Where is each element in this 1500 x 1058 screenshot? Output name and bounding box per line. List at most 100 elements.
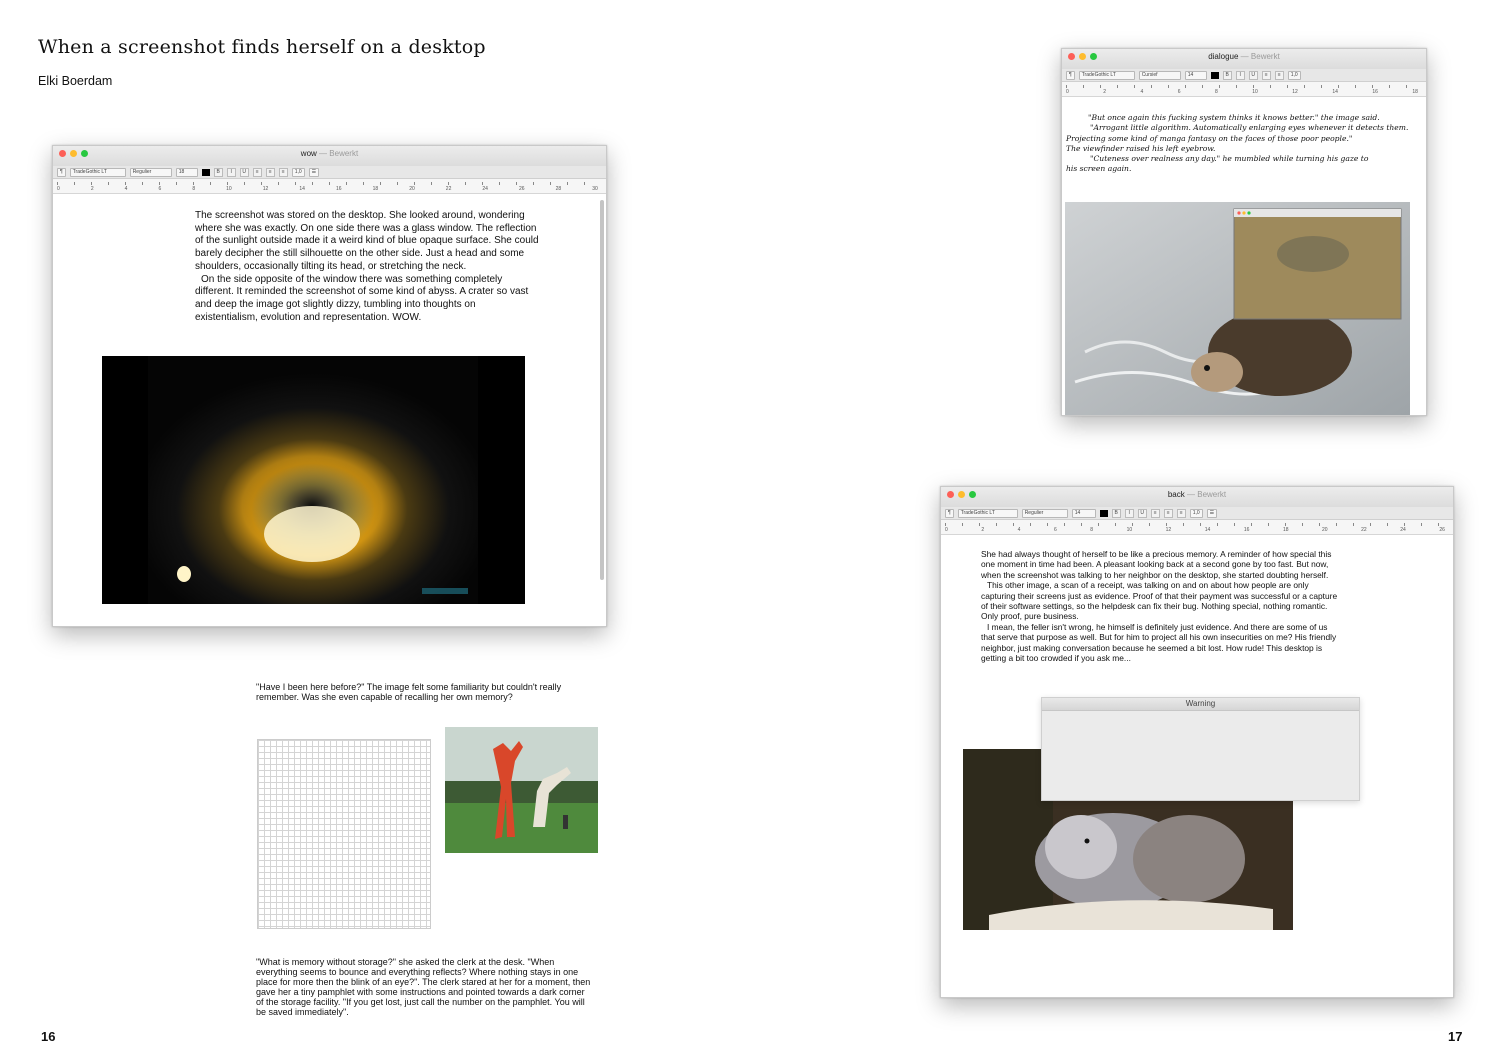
- ruler-number: 22: [445, 186, 452, 192]
- ruler-number: 20: [409, 186, 415, 192]
- align-center-button[interactable]: ≡: [1163, 508, 1173, 518]
- font-family-select[interactable]: TradeGothic LT: [1078, 70, 1135, 80]
- window-titlebar[interactable]: wow — Bewerkt: [53, 146, 606, 166]
- bold-button[interactable]: B: [1111, 508, 1121, 518]
- ruler-number: 12: [1292, 89, 1298, 95]
- document-body[interactable]: The screenshot was stored on the desktop…: [53, 194, 606, 626]
- ruler-number: 2: [1103, 89, 1107, 95]
- ruler-number: 14: [299, 186, 305, 192]
- ruler[interactable]: 0 2 4 6 8 10 12 14 16 18 20 22 24 26: [941, 520, 1453, 535]
- align-left-button[interactable]: ≡: [1150, 508, 1160, 518]
- ruler-number: 16: [1372, 89, 1378, 95]
- ruler-number: 0: [945, 527, 948, 533]
- window-wow: wow — Bewerkt ¶ TradeGothic LT Regulier …: [52, 145, 607, 627]
- font-family-select[interactable]: TradeGothic LT: [69, 167, 126, 177]
- ruler-number: 4: [124, 186, 128, 192]
- ruler-number: 18: [1412, 89, 1418, 95]
- dialogue-line: "Cuteness over realness any day." he mum…: [1090, 154, 1369, 164]
- ruler-number: 16: [1243, 527, 1250, 533]
- dialogue-text: "But once again this fucking system thin…: [1066, 113, 1416, 175]
- italic-button[interactable]: I: [1235, 70, 1245, 80]
- format-toolbar: ¶ TradeGothic LT Cursief 14 B I U ≡ ≡ 1,…: [1062, 69, 1426, 82]
- ruler-number: 16: [335, 186, 342, 192]
- font-family-select[interactable]: TradeGothic LT: [957, 508, 1018, 518]
- paragraph: I mean, the feller isn't wrong, he himse…: [981, 621, 1337, 664]
- ruler-number: 14: [1332, 89, 1338, 95]
- align-center-button[interactable]: ≡: [265, 167, 275, 177]
- font-size-select[interactable]: 14: [1184, 70, 1207, 80]
- traffic-lights: [947, 491, 976, 498]
- align-left-button[interactable]: ≡: [252, 167, 262, 177]
- ruler-number: 6: [1053, 527, 1057, 533]
- warning-title[interactable]: Warning: [1042, 698, 1359, 711]
- vertical-scrollbar[interactable]: [600, 200, 604, 580]
- window-titlebar[interactable]: back — Bewerkt: [941, 487, 1453, 507]
- ruler-number: 10: [226, 186, 232, 192]
- ruler-number: 12: [1165, 527, 1172, 533]
- ruler-number: 6: [1177, 89, 1181, 95]
- document-body[interactable]: "But once again this fucking system thin…: [1062, 97, 1426, 415]
- font-style-select[interactable]: Cursief: [1138, 70, 1181, 80]
- zoom-button[interactable]: [81, 150, 88, 157]
- list-style-select[interactable]: ☰: [1206, 508, 1218, 518]
- document-name: dialogue: [1208, 52, 1239, 61]
- ruler[interactable]: 0 2 4 6 8 10 12 14 16 18: [1062, 82, 1426, 97]
- format-toolbar: ¶ TradeGothic LT Regulier 14 B I U ≡ ≡ ≡…: [941, 507, 1453, 520]
- paragraph-style-menu[interactable]: ¶: [945, 508, 954, 518]
- ruler[interactable]: 0 2 4 6 8 10 12 14 16 18 20 22 24 26 28 30: [53, 179, 606, 194]
- page-number-right: 17: [1448, 1029, 1463, 1044]
- ruler-number: 8: [192, 186, 196, 192]
- bold-button[interactable]: B: [1222, 70, 1232, 80]
- ruler-number: 22: [1361, 527, 1367, 533]
- document-status: Bewerkt: [329, 149, 359, 158]
- document-body[interactable]: She had always thought of herself to be …: [941, 535, 1453, 997]
- text-color-swatch[interactable]: [201, 168, 210, 176]
- close-button[interactable]: [1068, 53, 1075, 60]
- zoom-button[interactable]: [1090, 53, 1097, 60]
- underline-button[interactable]: U: [1137, 508, 1147, 518]
- close-button[interactable]: [947, 491, 954, 498]
- article-author: Elki Boerdam: [38, 74, 113, 88]
- ruler-number: 4: [1140, 89, 1144, 95]
- minimize-button[interactable]: [958, 491, 965, 498]
- font-size-select[interactable]: 18: [175, 167, 198, 177]
- zoom-button[interactable]: [969, 491, 976, 498]
- line-spacing-select[interactable]: 1,0: [1189, 508, 1203, 518]
- bold-button[interactable]: B: [213, 167, 223, 177]
- explosion-image: [102, 356, 525, 604]
- text-color-swatch[interactable]: [1210, 71, 1219, 79]
- ruler-number: 18: [1282, 527, 1289, 533]
- text-color-swatch[interactable]: [1099, 509, 1108, 517]
- align-left-button[interactable]: ≡: [1261, 70, 1271, 80]
- minimize-button[interactable]: [70, 150, 77, 157]
- ruler-number: 10: [1252, 89, 1258, 95]
- font-style-select[interactable]: Regulier: [129, 167, 172, 177]
- font-size-select[interactable]: 14: [1071, 508, 1096, 518]
- window-title: dialogue — Bewerkt: [1208, 52, 1280, 61]
- window-titlebar[interactable]: dialogue — Bewerkt: [1062, 49, 1426, 69]
- dialogue-line: "Arrogant little algorithm. Automaticall…: [1090, 123, 1409, 133]
- warning-dialog: Warning: [1041, 697, 1360, 801]
- ruler-number: 0: [57, 186, 60, 192]
- align-right-button[interactable]: ≡: [278, 167, 288, 177]
- underline-button[interactable]: U: [239, 167, 249, 177]
- paragraph: This other image, a scan of a receipt, w…: [981, 580, 1338, 622]
- article-title: When a screenshot finds herself on a des…: [38, 36, 486, 58]
- list-style-select[interactable]: ☰: [308, 167, 320, 177]
- line-spacing-select[interactable]: 1,0: [291, 167, 305, 177]
- align-center-button[interactable]: ≡: [1274, 70, 1284, 80]
- underline-button[interactable]: U: [1248, 70, 1258, 80]
- line-spacing-select[interactable]: 1,0: [1287, 70, 1301, 80]
- italic-button[interactable]: I: [1124, 508, 1134, 518]
- font-style-select[interactable]: Regulier: [1021, 508, 1068, 518]
- paragraph-style-menu[interactable]: ¶: [57, 167, 66, 177]
- ruler-number: 10: [1126, 527, 1133, 533]
- story-text: The screenshot was stored on the desktop…: [195, 210, 540, 324]
- paragraph-style-menu[interactable]: ¶: [1066, 70, 1075, 80]
- close-button[interactable]: [59, 150, 66, 157]
- ruler-number: 2: [90, 186, 94, 192]
- story-text: She had always thought of herself to be …: [981, 549, 1343, 663]
- align-right-button[interactable]: ≡: [1176, 508, 1186, 518]
- italic-button[interactable]: I: [226, 167, 236, 177]
- minimize-button[interactable]: [1079, 53, 1086, 60]
